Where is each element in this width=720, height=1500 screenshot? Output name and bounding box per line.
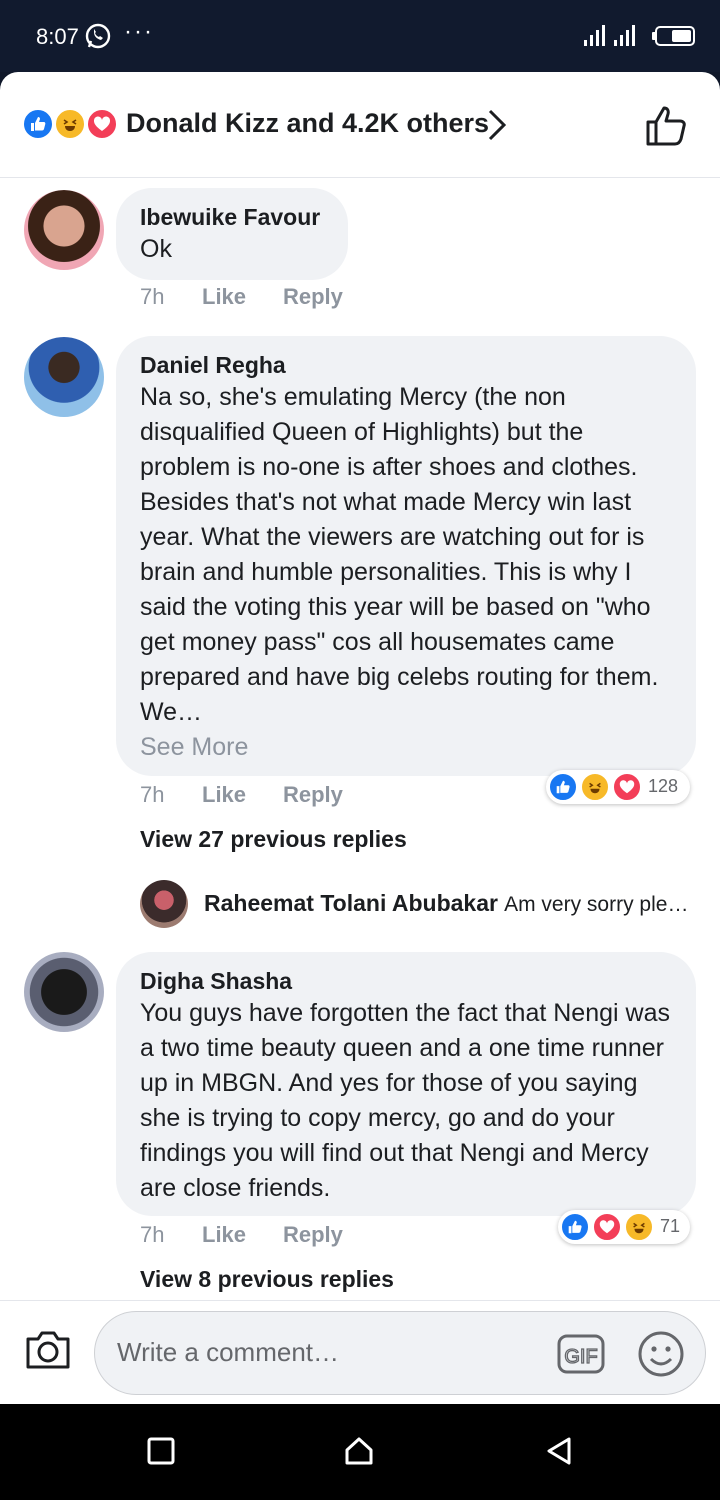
comment-input[interactable] [117, 1332, 537, 1372]
reactions-summary[interactable]: Donald Kizz and 4.2K others [126, 108, 489, 139]
avatar[interactable] [24, 952, 104, 1032]
status-time: 8:07 [36, 24, 79, 49]
avatar[interactable] [140, 880, 188, 928]
haha-reaction-icon [580, 772, 610, 802]
comment-text: You guys have forgotten the fact that Ne… [140, 999, 670, 1202]
comment-input-box[interactable]: GIF [94, 1311, 706, 1395]
battery-icon [652, 26, 695, 46]
comment-bubble: Digha Shasha You guys have forgotten the… [116, 952, 696, 1216]
like-reaction-icon [22, 108, 54, 140]
haha-reaction-icon [624, 1212, 654, 1242]
haha-reaction-icon [54, 108, 86, 140]
svg-text:GIF: GIF [564, 1346, 597, 1368]
reply-text: Am very sorry ple… [504, 893, 689, 916]
reply-button[interactable]: Reply [283, 1222, 343, 1248]
comment-bubble: Ibewuike Favour Ok [116, 188, 348, 280]
reply-button[interactable]: Reply [283, 782, 343, 808]
comment-time: 7h [140, 284, 165, 309]
reply-preview[interactable]: Raheemat Tolani Abubakar Am very sorry p… [204, 890, 688, 917]
recent-apps-icon[interactable] [146, 1436, 176, 1466]
comment-author[interactable]: Daniel Regha [140, 350, 672, 380]
android-nav-bar [0, 1404, 720, 1500]
like-button[interactable]: Like [202, 782, 246, 808]
notification-dots: ··· [124, 18, 154, 45]
comment-text: Na so, she's emulating Mercy (the non di… [140, 383, 659, 726]
comment-composer: GIF [0, 1300, 720, 1404]
like-button[interactable]: Like [202, 1222, 246, 1248]
comment-time: 7h [140, 782, 165, 807]
comment-author[interactable]: Ibewuike Favour [140, 202, 324, 232]
smiley-icon[interactable] [637, 1330, 685, 1378]
gif-icon[interactable]: GIF [557, 1334, 605, 1374]
back-icon[interactable] [544, 1436, 574, 1466]
love-reaction-icon [592, 1212, 622, 1242]
avatar[interactable] [24, 190, 104, 270]
avatar[interactable] [24, 337, 104, 417]
reactions-header[interactable]: Donald Kizz and 4.2K others [0, 72, 720, 178]
comment-text: Ok [140, 235, 172, 263]
reaction-count: 71 [660, 1216, 681, 1236]
like-reaction-icon [548, 772, 578, 802]
comment-bubble: Daniel Regha Na so, she's emulating Merc… [116, 336, 696, 776]
reply-button[interactable]: Reply [283, 284, 343, 310]
like-reaction-icon [560, 1212, 590, 1242]
reaction-count-pill[interactable]: 71 [558, 1210, 690, 1244]
chevron-right-icon[interactable] [486, 108, 508, 142]
camera-icon[interactable] [24, 1327, 72, 1371]
reply-author[interactable]: Raheemat Tolani Abubakar [204, 890, 498, 916]
signal-icon [584, 25, 635, 46]
thumbs-up-outline-icon[interactable] [644, 102, 690, 148]
view-previous-replies[interactable]: View 8 previous replies [140, 1266, 394, 1293]
love-reaction-icon [612, 772, 642, 802]
like-button[interactable]: Like [202, 284, 246, 310]
reaction-count: 128 [648, 776, 679, 796]
comments-sheet: Donald Kizz and 4.2K others Ibewuike Fav… [0, 72, 720, 1404]
see-more-link[interactable]: See More [140, 730, 672, 765]
comment-author[interactable]: Digha Shasha [140, 966, 672, 996]
love-reaction-icon [86, 108, 118, 140]
comment-time: 7h [140, 1222, 165, 1247]
status-bar: 8:07 ··· [0, 0, 720, 72]
reaction-count-pill[interactable]: 128 [546, 770, 690, 804]
home-icon[interactable] [344, 1436, 374, 1466]
whatsapp-icon [85, 23, 111, 49]
view-previous-replies[interactable]: View 27 previous replies [140, 826, 407, 853]
